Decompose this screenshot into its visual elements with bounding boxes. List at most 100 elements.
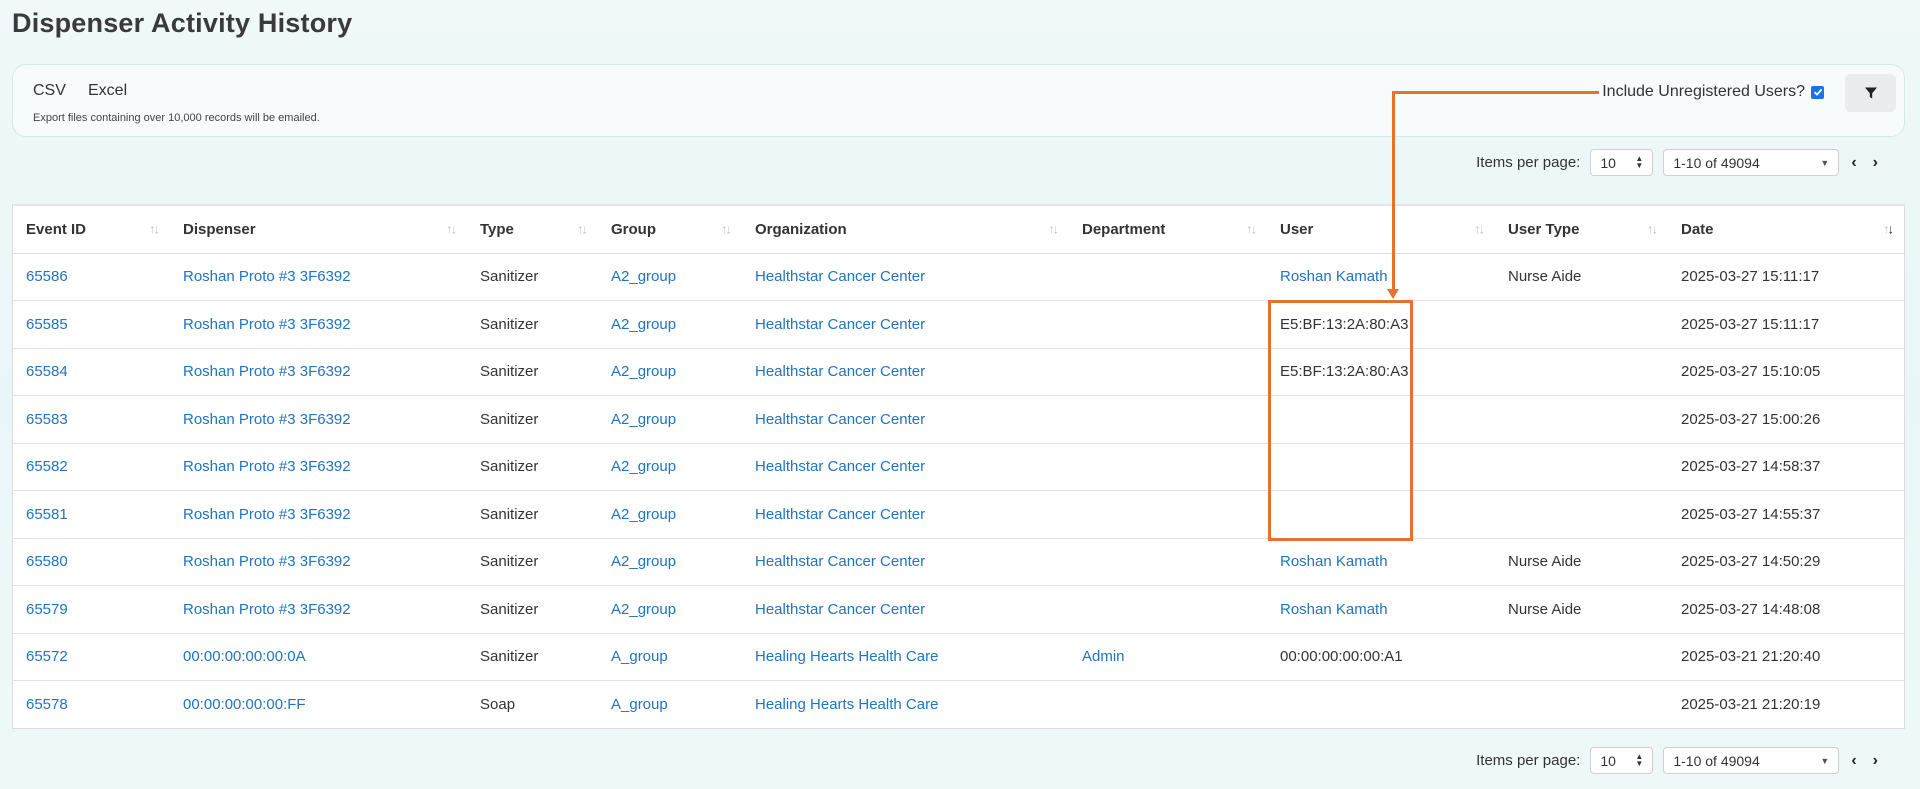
date-cell: 2025-03-27 15:11:17 [1668,253,1904,301]
include-unregistered-label: Include Unregistered Users? [1602,83,1805,100]
sort-desc-icon[interactable]: ↑↓ [1883,222,1894,237]
sort-icon[interactable]: ↑↓ [149,222,160,237]
col-group[interactable]: Group ↑↓ [598,206,742,254]
col-user-type[interactable]: User Type ↑↓ [1495,206,1668,254]
sort-icon[interactable]: ↑↓ [721,222,732,237]
group-cell[interactable]: A_group [598,681,742,729]
type-cell: Sanitizer [467,395,598,444]
date-cell: 2025-03-27 14:50:29 [1668,538,1904,586]
items-per-page-select[interactable]: 10 ▲ ▼ [1590,149,1654,176]
prev-page-icon[interactable]: ‹ [1847,154,1860,172]
prev-page-icon[interactable]: ‹ [1847,752,1860,770]
sort-icon[interactable]: ↑↓ [1474,222,1485,237]
dispenser-cell[interactable]: Roshan Proto #3 3F6392 [170,395,467,444]
organization-cell[interactable]: Healing Hearts Health Care [742,681,1069,729]
user-cell[interactable]: Roshan Kamath [1267,538,1495,586]
dispenser-cell[interactable]: Roshan Proto #3 3F6392 [170,348,467,396]
organization-cell[interactable]: Healthstar Cancer Center [742,348,1069,396]
include-unregistered-checkbox[interactable] [1811,85,1824,99]
organization-cell[interactable]: Healthstar Cancer Center [742,395,1069,444]
table-row: 65586 Roshan Proto #3 3F6392 Sanitizer A2_g… [13,253,1904,301]
date-cell: 2025-03-27 15:11:17 [1668,300,1904,349]
organization-cell[interactable]: Healthstar Cancer Center [742,585,1069,634]
col-event-id[interactable]: Event ID ↑↓ [13,206,170,254]
next-page-icon[interactable]: › [1869,154,1882,172]
dispenser-cell[interactable]: Roshan Proto #3 3F6392 [170,253,467,301]
sort-icon[interactable]: ↑↓ [1647,222,1658,237]
group-cell[interactable]: A2_group [598,348,742,396]
type-cell: Sanitizer [467,300,598,349]
sort-icon[interactable]: ↑↓ [1246,222,1257,237]
organization-cell[interactable]: Healthstar Cancer Center [742,253,1069,301]
table-row: 65579 Roshan Proto #3 3F6392 Sanitizer A2_g… [13,585,1904,634]
organization-cell[interactable]: Healthstar Cancer Center [742,490,1069,539]
user-type-cell [1495,633,1668,681]
items-per-page-select[interactable]: 10 ▲ ▼ [1590,747,1654,774]
col-type[interactable]: Type ↑↓ [467,206,598,254]
group-cell[interactable]: A2_group [598,253,742,301]
filter-button[interactable] [1845,74,1896,112]
pagination-bottom: Items per page: 10 ▲ ▼ 1-10 of 49094 ▼ ‹ … [1476,747,1882,774]
export-note: Export files containing over 10,000 reco… [33,112,320,124]
event-id-cell[interactable]: 65583 [13,395,170,444]
event-id-cell[interactable]: 65586 [13,253,170,301]
user-cell[interactable]: Roshan Kamath [1267,585,1495,634]
group-cell[interactable]: A2_group [598,538,742,586]
activity-table: Event ID ↑↓ Dispenser ↑↓ Type ↑↓ Group ↑↓ Or… [12,204,1905,729]
table-row: 65585 Roshan Proto #3 3F6392 Sanitizer A2_g… [13,300,1904,349]
event-id-cell[interactable]: 65582 [13,443,170,491]
col-dispenser-label: Dispenser [183,220,256,238]
group-cell[interactable]: A2_group [598,300,742,349]
organization-cell[interactable]: Healthstar Cancer Center [742,443,1069,491]
dispenser-cell[interactable]: Roshan Proto #3 3F6392 [170,490,467,539]
event-id-cell[interactable]: 65580 [13,538,170,586]
group-cell[interactable]: A2_group [598,585,742,634]
page-range-select[interactable]: 1-10 of 49094 ▼ [1663,747,1840,774]
event-id-cell[interactable]: 65581 [13,490,170,539]
include-unregistered-toggle[interactable]: Include Unregistered Users? [1602,83,1824,101]
annotation-highlight-box [1268,300,1413,541]
sort-icon[interactable]: ↑↓ [446,222,457,237]
organization-cell[interactable]: Healing Hearts Health Care [742,633,1069,681]
excel-export-button[interactable]: Excel [88,82,127,100]
type-cell: Sanitizer [467,538,598,586]
col-date[interactable]: Date ↑↓ [1668,206,1904,254]
department-cell[interactable]: Admin [1069,633,1267,681]
dispenser-cell[interactable]: Roshan Proto #3 3F6392 [170,538,467,586]
col-user[interactable]: User ↑↓ [1267,206,1495,254]
group-cell[interactable]: A2_group [598,443,742,491]
organization-cell[interactable]: Healthstar Cancer Center [742,538,1069,586]
col-organization[interactable]: Organization ↑↓ [742,206,1069,254]
group-cell[interactable]: A2_group [598,490,742,539]
col-department[interactable]: Department ↑↓ [1069,206,1267,254]
dispenser-cell[interactable]: 00:00:00:00:00:FF [170,681,467,729]
page-range-select[interactable]: 1-10 of 49094 ▼ [1663,149,1840,176]
event-id-cell[interactable]: 65584 [13,348,170,396]
user-cell[interactable]: Roshan Kamath [1267,253,1495,301]
next-page-icon[interactable]: › [1869,752,1882,770]
dispenser-cell[interactable]: Roshan Proto #3 3F6392 [170,443,467,491]
col-organization-label: Organization [755,220,847,238]
dispenser-cell[interactable]: Roshan Proto #3 3F6392 [170,585,467,634]
date-cell: 2025-03-27 15:10:05 [1668,348,1904,396]
dispenser-cell[interactable]: Roshan Proto #3 3F6392 [170,300,467,349]
date-cell: 2025-03-21 21:20:40 [1668,633,1904,681]
items-per-page-value: 10 [1600,752,1616,769]
sort-icon[interactable]: ↑↓ [577,222,588,237]
dispenser-cell[interactable]: 00:00:00:00:00:0A [170,633,467,681]
event-id-cell[interactable]: 65572 [13,633,170,681]
event-id-cell[interactable]: 65585 [13,300,170,349]
sort-icon[interactable]: ↑↓ [1048,222,1059,237]
dropdown-caret-icon: ▼ [1820,755,1830,766]
type-cell: Soap [480,696,516,713]
annotation-arrowhead-icon [1387,289,1399,299]
organization-cell[interactable]: Healthstar Cancer Center [742,300,1069,349]
event-id-cell[interactable]: 65578 [13,681,170,729]
event-id-cell[interactable]: 65579 [13,585,170,634]
csv-export-button[interactable]: CSV [33,82,66,100]
col-dispenser[interactable]: Dispenser ↑↓ [170,206,467,254]
user-type-cell: Nurse Aide [1495,585,1668,634]
group-cell[interactable]: A2_group [598,395,742,444]
group-cell[interactable]: A_group [598,633,742,681]
user-type-cell [1495,300,1668,349]
